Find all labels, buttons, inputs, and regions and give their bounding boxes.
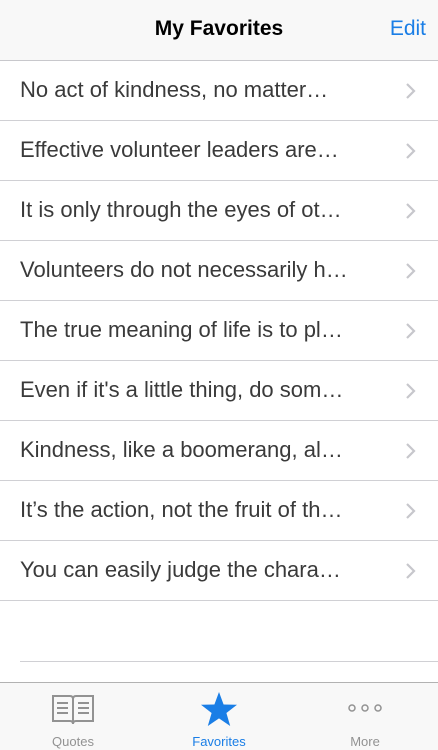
chevron-right-icon [406,503,416,519]
quote-preview: You can easily judge the chara… [20,557,341,582]
list-item[interactable]: Effective volunteer leaders are… [0,121,438,181]
chevron-right-icon [406,83,416,99]
quote-preview: Volunteers do not necessarily h… [20,257,348,282]
list-item[interactable]: Even if it's a little thing, do som… [0,361,438,421]
tab-more[interactable]: More [292,683,438,750]
edit-button[interactable]: Edit [390,17,426,41]
list-item[interactable]: You can easily judge the chara… [0,541,438,601]
chevron-right-icon [406,203,416,219]
chevron-right-icon [406,263,416,279]
tab-label: More [350,734,380,749]
quote-preview: It is only through the eyes of ot… [20,197,342,222]
page-title: My Favorites [154,17,284,40]
tab-label: Favorites [192,734,246,749]
chevron-right-icon [406,323,416,339]
list-item[interactable]: It’s the action, not the fruit of th… [0,481,438,541]
quote-preview: No act of kindness, no matter… [20,77,329,102]
navigation-bar: My Favorites Edit [0,0,438,61]
quote-preview: It’s the action, not the fruit of th… [20,497,343,522]
list-item[interactable]: Kindness, like a boomerang, al… [0,421,438,481]
divider [20,661,438,662]
tab-bar: Quotes Favorites More [0,682,438,750]
quote-preview: Even if it's a little thing, do som… [20,377,344,402]
tab-favorites[interactable]: Favorites [146,683,292,750]
list-item[interactable]: No act of kindness, no matter… [0,61,438,121]
tab-label: Quotes [52,734,94,749]
quote-preview: Effective volunteer leaders are… [20,137,339,162]
favorites-list: No act of kindness, no matter… Effective… [0,61,438,601]
more-dots-icon [348,704,382,712]
chevron-right-icon [406,563,416,579]
chevron-right-icon [406,383,416,399]
tab-quotes[interactable]: Quotes [0,683,146,750]
quote-preview: Kindness, like a boomerang, al… [20,437,343,462]
list-item[interactable]: It is only through the eyes of ot… [0,181,438,241]
book-icon [52,695,94,725]
chevron-right-icon [406,443,416,459]
list-item[interactable]: The true meaning of life is to pl… [0,301,438,361]
list-item[interactable]: Volunteers do not necessarily h… [0,241,438,301]
star-icon [201,692,237,726]
quote-preview: The true meaning of life is to pl… [20,317,343,342]
chevron-right-icon [406,143,416,159]
